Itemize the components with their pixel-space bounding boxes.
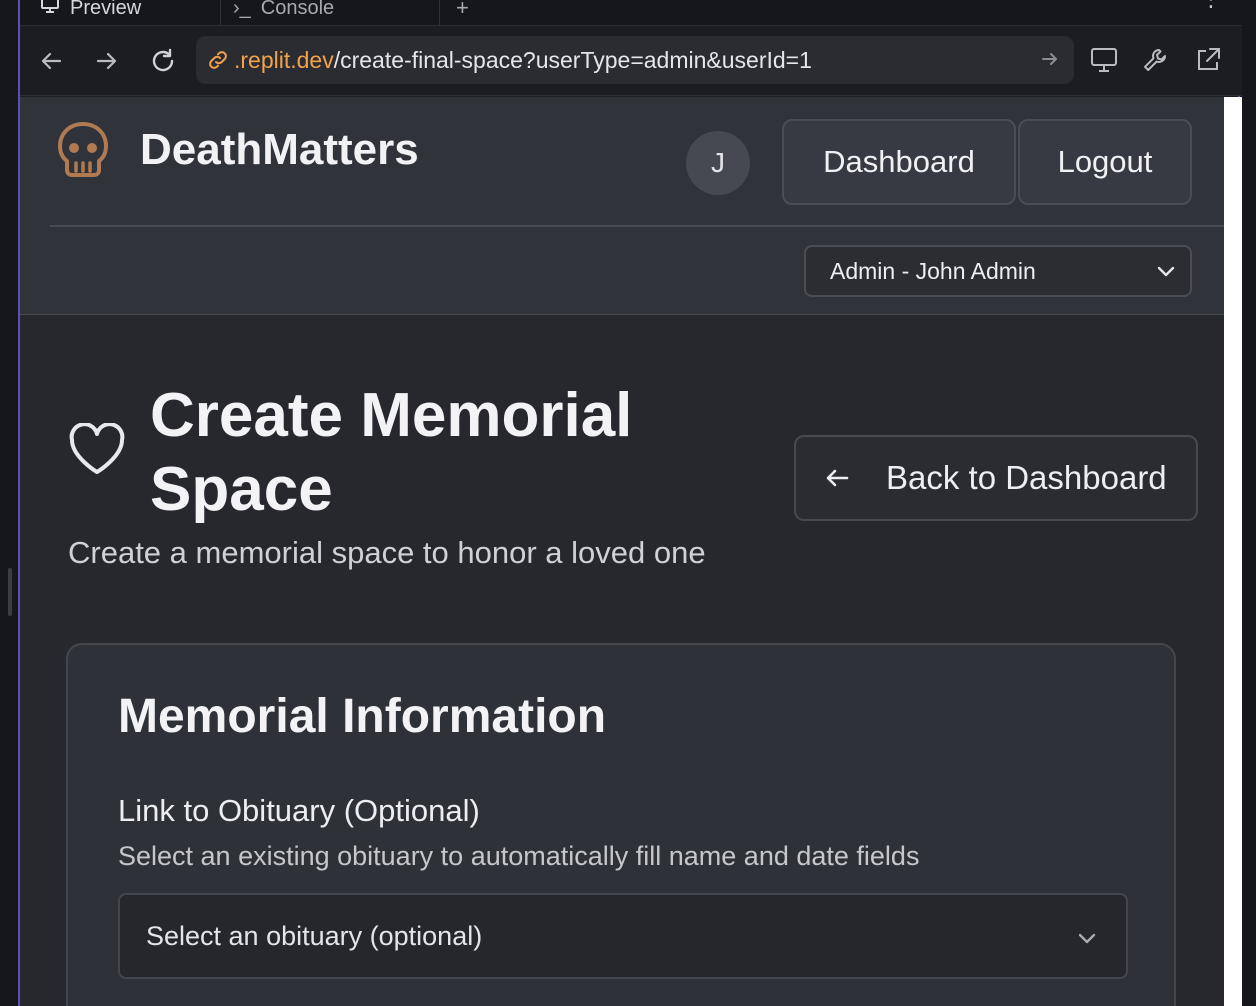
url-domain: .replit.dev (234, 46, 334, 73)
chevron-down-icon (1074, 925, 1100, 958)
obituary-select-placeholder: Select an obituary (optional) (146, 920, 483, 951)
brand-name[interactable]: DeathMatters (140, 125, 419, 175)
main-content: Create Memorial Space Back to Dashboard … (20, 315, 1224, 1006)
skull-icon (56, 121, 110, 181)
more-menu-icon[interactable]: ⋮ (1200, 0, 1222, 12)
right-panel-edge (1240, 0, 1256, 1006)
device-preview-icon[interactable] (1086, 42, 1122, 78)
terminal-icon: ›_ (233, 0, 251, 19)
header-divider (50, 225, 1224, 227)
pane-tabs: Preview ›_ Console + ⋮ (20, 0, 1242, 26)
go-arrow-icon[interactable] (1040, 48, 1060, 75)
logout-button[interactable]: Logout (1018, 119, 1192, 205)
arrow-left-icon (822, 463, 852, 493)
memorial-info-card: Memorial Information Link to Obituary (O… (66, 643, 1176, 1006)
back-to-dashboard-label: Back to Dashboard (886, 459, 1167, 496)
avatar[interactable]: J (686, 131, 750, 195)
tab-console[interactable]: ›_ Console (220, 0, 440, 26)
monitor-icon (40, 0, 60, 21)
obituary-field-label: Link to Obituary (Optional) (118, 793, 480, 828)
user-switcher-value: Admin - John Admin (830, 257, 1036, 284)
dashboard-button[interactable]: Dashboard (782, 119, 1016, 205)
card-title: Memorial Information (118, 690, 607, 743)
site-header: DeathMatters J Dashboard Logout Admin - … (20, 97, 1224, 315)
obituary-select[interactable]: Select an obituary (optional) (118, 893, 1128, 979)
web-page: DeathMatters J Dashboard Logout Admin - … (20, 97, 1224, 1006)
page-title: Create Memorial Space (150, 381, 633, 524)
left-panel-edge (0, 0, 18, 1006)
wrench-icon[interactable] (1138, 42, 1174, 78)
back-arrow-icon[interactable] (34, 44, 68, 78)
url-field[interactable]: .replit.dev/create-final-space?userType=… (196, 36, 1074, 84)
tab-label: Console (260, 0, 335, 19)
chevron-down-icon (1154, 259, 1178, 289)
url-path: /create-final-space?userType=admin&userI… (333, 46, 812, 73)
link-icon (206, 48, 230, 72)
heart-icon (68, 422, 126, 477)
forward-arrow-icon[interactable] (90, 44, 124, 78)
address-bar: .replit.dev/create-final-space?userType=… (20, 26, 1242, 96)
page-subtitle: Create a memorial space to honor a loved… (68, 535, 706, 570)
user-switcher-select[interactable]: Admin - John Admin (804, 245, 1192, 297)
obituary-field-help: Select an existing obituary to automatic… (118, 841, 920, 871)
new-tab-button[interactable]: + (444, 0, 484, 26)
open-external-icon[interactable] (1190, 42, 1226, 78)
preview-pane: Preview ›_ Console + ⋮ .replit.dev/creat… (18, 0, 1242, 1006)
page-scrollbar[interactable] (1224, 97, 1242, 1006)
tab-preview[interactable]: Preview (28, 0, 218, 26)
reload-icon[interactable] (146, 44, 180, 78)
back-to-dashboard-button[interactable]: Back to Dashboard (794, 435, 1198, 521)
tab-label: Preview (70, 0, 142, 19)
resize-handle[interactable] (8, 568, 12, 616)
